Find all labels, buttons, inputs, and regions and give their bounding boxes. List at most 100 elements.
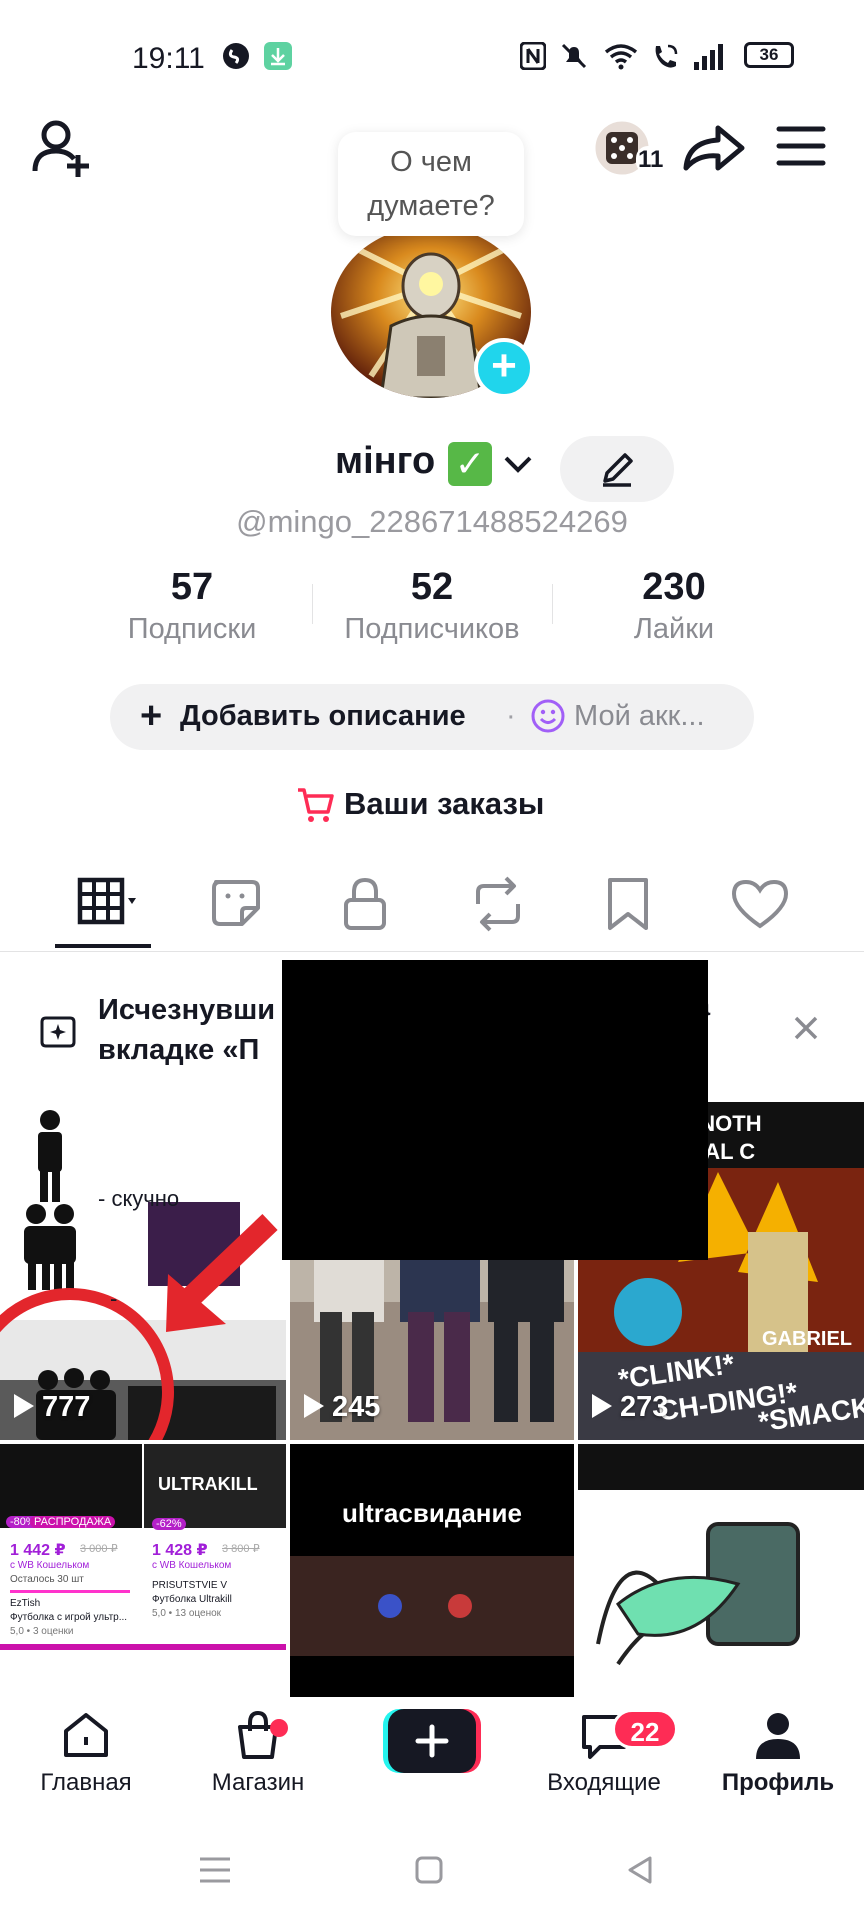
lock-icon[interactable] — [336, 874, 396, 934]
check-mark-icon: ✓ — [448, 442, 492, 486]
description-pill: + Добавить описание · Мой акк... — [110, 684, 754, 750]
back-icon[interactable] — [626, 1855, 656, 1885]
menu-icon[interactable] — [776, 124, 826, 168]
divider — [552, 584, 553, 624]
thought-bubble-text: О чем думаете? — [367, 146, 495, 222]
wifi-icon — [604, 44, 638, 70]
profile-handle: @mingo_228671488524269 — [236, 504, 628, 539]
price: 1 428 ₽ — [152, 1542, 208, 1559]
cart-icon — [298, 788, 334, 822]
cell-tag: GABRIEL — [762, 1328, 852, 1350]
add-description-button[interactable]: Добавить описание — [180, 700, 466, 733]
seller: с WB Кошельком — [10, 1560, 90, 1571]
status-time: 19:11 — [132, 42, 205, 75]
stat-label: Лайки — [633, 613, 715, 645]
view-count: 273 — [592, 1391, 668, 1424]
home-button-icon[interactable] — [414, 1855, 444, 1885]
wifi-call-icon — [655, 44, 678, 68]
nfc-icon — [520, 42, 546, 70]
create-button[interactable] — [383, 1709, 481, 1773]
recents-icon[interactable] — [198, 1855, 232, 1885]
shazam-icon — [223, 43, 249, 69]
price: 1 442 ₽ — [10, 1542, 66, 1559]
product-title: Футболка Ultrakill — [152, 1594, 232, 1605]
add-avatar-button[interactable]: + — [474, 338, 534, 398]
name-row: мінго ✓ — [0, 436, 864, 502]
signal-icon — [694, 44, 723, 70]
mute-icon — [561, 43, 587, 69]
chevron-down-icon[interactable] — [500, 446, 536, 482]
video-tile[interactable] — [578, 1444, 864, 1697]
my-account-button[interactable]: Мой акк... — [574, 700, 705, 733]
sparkle-box-icon — [40, 1016, 76, 1048]
product-title: Футболка с игрой ультр... — [10, 1612, 128, 1623]
video-grid: Исчезнувши вкладке «П а - скучно - 777 — [0, 952, 864, 1697]
bookmark-icon[interactable] — [598, 874, 658, 934]
plus-icon[interactable]: + — [140, 694, 162, 738]
caption-2: - — [110, 1286, 118, 1311]
view-count-value: 777 — [42, 1391, 91, 1423]
rating: 5,0 • 13 оценок — [152, 1608, 222, 1619]
orders-label: Ваши заказы — [344, 786, 545, 821]
promo-strip — [0, 1644, 286, 1650]
friends-count: 11 — [636, 146, 666, 174]
battery-icon: 36 — [744, 42, 794, 68]
home-icon — [64, 1713, 108, 1757]
stat-following[interactable]: 57 Подписки — [92, 566, 292, 646]
caption-1: - скучно — [98, 1186, 180, 1211]
nav-label: Главная — [40, 1769, 132, 1796]
smile-icon — [531, 699, 565, 733]
heart-icon[interactable] — [730, 874, 790, 934]
video-tile[interactable]: - скучно - 777 — [0, 1102, 286, 1440]
edit-profile-button[interactable] — [560, 436, 674, 502]
video-tile[interactable]: ULTRAKILL -80% РАСПРОДАЖА -62% 1 442 ₽ 3… — [0, 1444, 286, 1697]
profile-stats: 57 Подписки 52 Подписчиков 230 Лайки — [0, 566, 864, 656]
video-thumbnail — [0, 1110, 286, 1440]
video-thumbnail — [578, 1444, 864, 1666]
nav-inbox[interactable]: 22 Входящие — [524, 1709, 684, 1797]
play-icon — [304, 1394, 324, 1418]
nav-shop[interactable]: Магазин — [178, 1709, 338, 1797]
shirt-text: ULTRAKILL — [158, 1474, 258, 1494]
store: PRISUTSTVIE V — [152, 1580, 228, 1591]
stat-followers[interactable]: 52 Подписчиков — [332, 566, 532, 646]
stat-value: 52 — [410, 566, 454, 608]
nav-profile[interactable]: Профиль — [698, 1709, 858, 1797]
play-icon — [14, 1394, 34, 1418]
divider — [312, 584, 313, 624]
status-bar: 19:11 36 — [0, 0, 864, 100]
nav-label: Профиль — [721, 1769, 835, 1796]
view-count-value: 273 — [620, 1391, 669, 1423]
profile-name[interactable]: мінго — [335, 440, 435, 483]
inbox-badge: 22 — [612, 1709, 678, 1749]
stat-likes[interactable]: 230 Лайки — [574, 566, 774, 646]
stock-bar — [10, 1590, 130, 1593]
stat-label: Подписчиков — [344, 613, 520, 645]
rating: 5,0 • 3 оценки — [10, 1626, 74, 1637]
view-count: 777 — [14, 1391, 90, 1424]
seller: с WB Кошельком — [152, 1560, 232, 1571]
nav-label: Магазин — [211, 1769, 305, 1796]
nav-home[interactable]: Главная — [6, 1709, 166, 1797]
notification-dot — [270, 1719, 288, 1737]
videos-grid-icon[interactable] — [76, 874, 136, 934]
bottom-navigation: Главная Магазин 22 Входящие Профиль — [0, 1697, 864, 1817]
product-image-2: ULTRAKILL — [144, 1444, 286, 1528]
profile-icon — [756, 1713, 800, 1759]
download-icon — [264, 42, 292, 70]
share-icon[interactable] — [680, 118, 750, 178]
stickers-icon[interactable] — [206, 874, 266, 934]
pencil-icon — [603, 453, 633, 487]
battery-level: 36 — [759, 45, 779, 64]
stat-value: 230 — [642, 566, 706, 608]
friends-avatars[interactable]: 11 — [592, 118, 666, 178]
add-friend-icon[interactable] — [30, 115, 96, 181]
thought-bubble[interactable]: О чем думаете? — [338, 132, 524, 236]
close-icon[interactable] — [790, 1012, 822, 1044]
play-icon — [592, 1394, 612, 1418]
video-tile[interactable]: ultracвидание — [290, 1444, 574, 1697]
store: EzTish — [10, 1598, 41, 1609]
stat-value: 57 — [170, 566, 214, 608]
video-thumbnail — [290, 1556, 574, 1656]
repost-icon[interactable] — [468, 874, 528, 934]
